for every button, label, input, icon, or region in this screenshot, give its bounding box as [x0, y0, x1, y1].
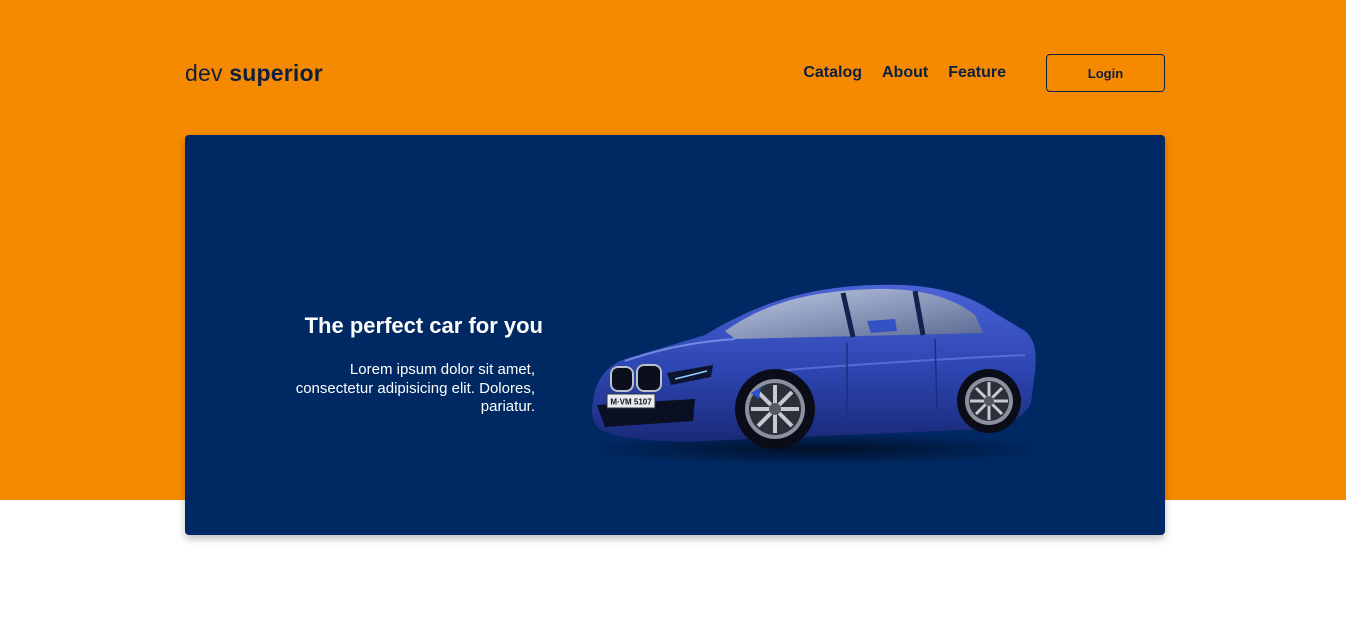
brand-logo[interactable]: dev superior [185, 60, 323, 87]
hero-card: The perfect car for you Lorem ipsum dolo… [185, 135, 1165, 535]
nav-right: Catalog About Feature Login [803, 54, 1165, 92]
page: dev superior Catalog About Feature Login… [0, 0, 1346, 625]
nav-links: Catalog About Feature [803, 64, 1006, 82]
brand-bold-text: superior [229, 59, 323, 86]
nav-link-feature[interactable]: Feature [948, 64, 1006, 82]
brand-light-text: dev [185, 59, 223, 86]
hero-title: The perfect car for you [304, 313, 543, 338]
hero-text: The perfect car for you Lorem ipsum dolo… [281, 313, 543, 417]
license-plate: M·VM 5107 [610, 398, 652, 407]
navbar: dev superior Catalog About Feature Login [185, 54, 1165, 92]
hero-description: Lorem ipsum dolor sit amet, consectetur … [295, 361, 535, 415]
login-button[interactable]: Login [1046, 54, 1165, 92]
car-image: M·VM 5107 [585, 284, 1045, 465]
nav-link-catalog[interactable]: Catalog [803, 64, 862, 82]
nav-link-about[interactable]: About [882, 64, 928, 82]
